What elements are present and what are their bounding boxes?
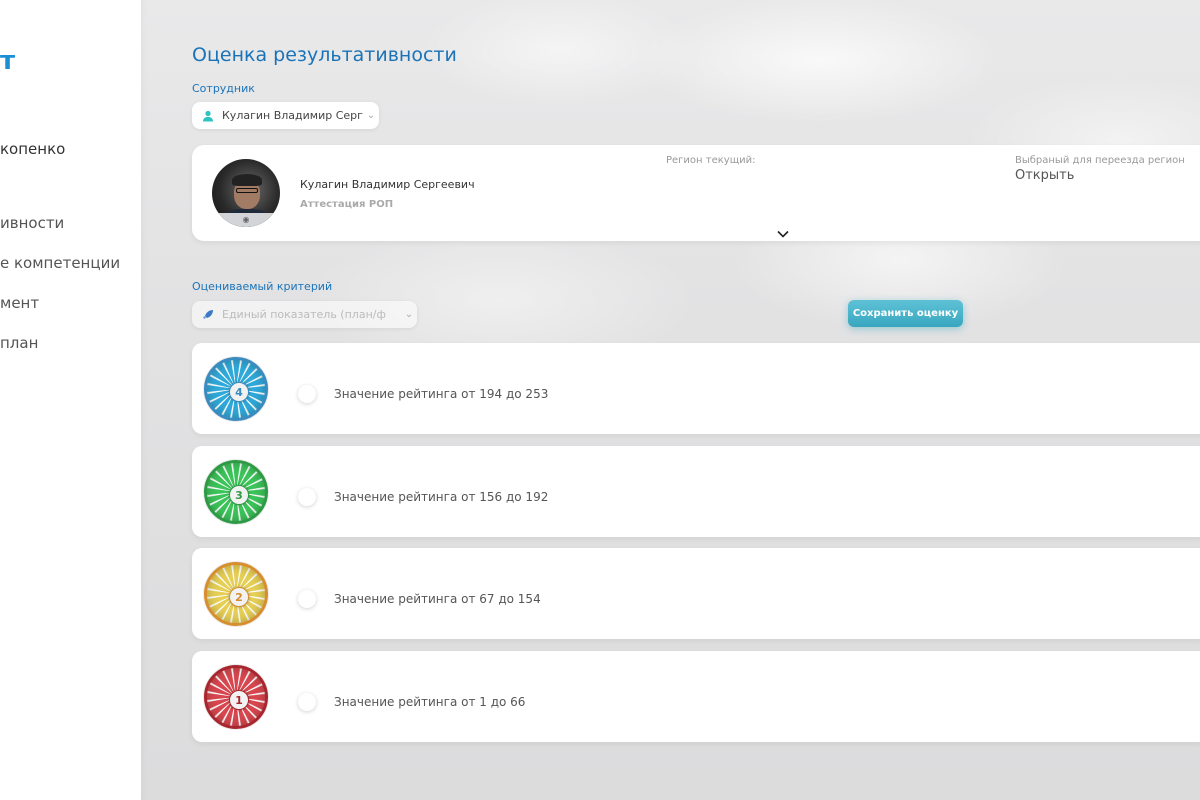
rating-option-card[interactable]: 1 Значение рейтинга от 1 до 66 bbox=[192, 651, 1200, 742]
region-selected-label: Выбраный для переезда регион bbox=[1015, 155, 1185, 166]
rating-radio[interactable] bbox=[298, 385, 316, 403]
user-icon bbox=[202, 110, 214, 122]
page-title: Оценка результативности bbox=[192, 44, 457, 66]
rating-option-card[interactable]: 2 Значение рейтинга от 67 до 154 bbox=[192, 548, 1200, 639]
sidebar-item-performance[interactable]: ивности bbox=[0, 213, 120, 253]
criterion-select[interactable]: Единый показатель (план/ф ⌄ bbox=[192, 301, 417, 328]
rating-range-text: Значение рейтинга от 67 до 154 bbox=[334, 592, 541, 606]
rating-level: 1 bbox=[229, 690, 249, 710]
employee-card: ◉ Кулагин Владимир Сергеевич Аттестация … bbox=[192, 145, 1200, 241]
rating-medal-icon: 4 bbox=[204, 357, 268, 421]
employee-select[interactable]: Кулагин Владимир Серге ⌄ bbox=[192, 102, 379, 129]
region-current-label: Регион текущий: bbox=[666, 155, 756, 166]
employee-select-value: Кулагин Владимир Серге bbox=[222, 109, 363, 122]
save-rating-button[interactable]: Сохранить оценку bbox=[848, 300, 963, 327]
rating-option-card[interactable]: 3 Значение рейтинга от 156 до 192 bbox=[192, 446, 1200, 537]
rating-medal-icon: 2 bbox=[204, 562, 268, 626]
rating-level: 3 bbox=[229, 485, 249, 505]
chevron-down-icon: ⌄ bbox=[404, 309, 414, 320]
rating-radio[interactable] bbox=[298, 488, 316, 506]
sidebar-item-management[interactable]: мент bbox=[0, 293, 120, 333]
rating-range-text: Значение рейтинга от 194 до 253 bbox=[334, 387, 549, 401]
rating-level: 2 bbox=[229, 587, 249, 607]
open-link[interactable]: Открыть bbox=[1015, 168, 1074, 183]
sidebar-user-name[interactable]: копенко bbox=[0, 140, 65, 158]
camera-icon[interactable]: ◉ bbox=[212, 213, 280, 227]
rating-range-text: Значение рейтинга от 1 до 66 bbox=[334, 695, 526, 709]
criterion-select-value: Единый показатель (план/ф bbox=[222, 308, 386, 321]
employee-label: Сотрудник bbox=[192, 82, 255, 95]
employee-role: Аттестация РОП bbox=[300, 199, 394, 210]
chevron-down-icon: ⌄ bbox=[366, 110, 376, 121]
rating-radio[interactable] bbox=[298, 693, 316, 711]
rating-range-text: Значение рейтинга от 156 до 192 bbox=[334, 490, 549, 504]
sidebar-item-competencies[interactable]: е компетенции bbox=[0, 253, 120, 293]
sidebar-nav: ивности е компетенции мент план bbox=[0, 213, 120, 373]
rating-medal-icon: 3 bbox=[204, 460, 268, 524]
sidebar-item-plan[interactable]: план bbox=[0, 333, 120, 373]
rating-medal-icon: 1 bbox=[204, 665, 268, 729]
rating-radio[interactable] bbox=[298, 590, 316, 608]
employee-name: Кулагин Владимир Сергеевич bbox=[300, 178, 475, 191]
avatar[interactable]: ◉ bbox=[212, 159, 280, 227]
expand-chevron-icon[interactable] bbox=[777, 228, 789, 241]
rating-option-card[interactable]: 4 Значение рейтинга от 194 до 253 bbox=[192, 343, 1200, 434]
rocket-icon bbox=[202, 309, 214, 321]
app-logo: т bbox=[0, 46, 16, 76]
sidebar: т копенко ивности е компетенции мент пла… bbox=[0, 0, 141, 800]
criterion-label: Оцениваемый критерий bbox=[192, 280, 333, 293]
rating-level: 4 bbox=[229, 382, 249, 402]
